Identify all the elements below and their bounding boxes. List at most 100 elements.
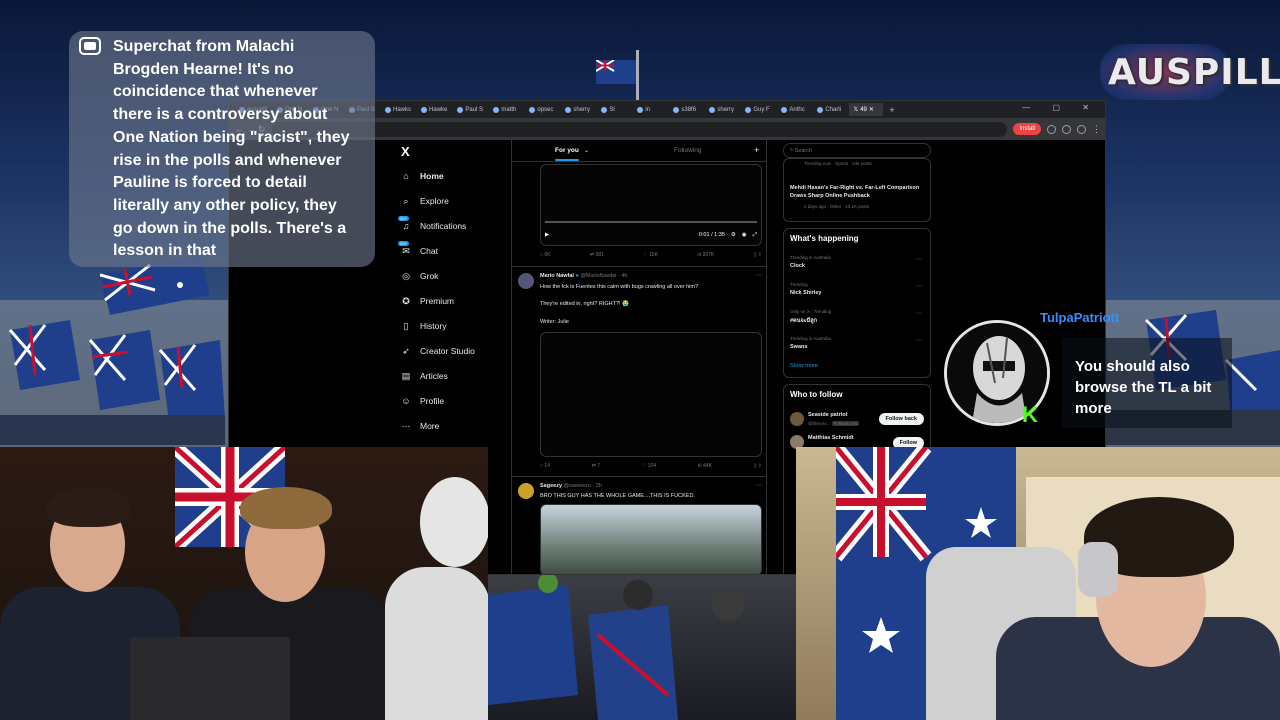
- bookmark-icon[interactable]: ▯ ⇪: [754, 252, 762, 258]
- more-icon[interactable]: ⋯: [916, 337, 922, 344]
- more-icon[interactable]: ⋯: [756, 272, 762, 279]
- premium-icon: ✪: [402, 295, 410, 306]
- profile-avatar-icon[interactable]: [1077, 124, 1086, 134]
- more-icon[interactable]: ⋯: [916, 310, 922, 317]
- tweet-card[interactable]: Mario Nawfal ● @MarioNawfal · 4h ⋯ How t…: [512, 266, 766, 476]
- browser-tab[interactable]: opsec: [525, 103, 559, 116]
- nav-item-creator-studio[interactable]: ➶ Creator Studio: [401, 346, 475, 357]
- reply-action[interactable]: ○ 14: [540, 463, 550, 469]
- browser-tab[interactable]: Hawke: [417, 103, 451, 116]
- nav-label: Home: [420, 171, 444, 181]
- tab-for-you[interactable]: For you: [555, 147, 579, 161]
- superchat-message: Superchat from Malachi Brogden Hearne! I…: [113, 38, 350, 260]
- close-icon[interactable]: ✕: [869, 106, 874, 113]
- browser-tab[interactable]: sherry: [561, 103, 595, 116]
- nav-label: Explore: [420, 196, 449, 206]
- browser-menu-icon[interactable]: ⋮: [1092, 124, 1101, 135]
- browser-tab[interactable]: Charli: [813, 103, 847, 116]
- follow-suggestion-name[interactable]: Seaside patriot: [808, 412, 847, 418]
- url-omnibox[interactable]: [271, 121, 1008, 137]
- bookmark-star-icon[interactable]: [1062, 124, 1071, 134]
- plus-icon[interactable]: +: [754, 145, 759, 155]
- nav-label: More: [420, 421, 440, 431]
- window-controls[interactable]: — ▢ ✕: [1022, 103, 1099, 112]
- nav-label: Notifications: [420, 221, 467, 231]
- chevron-down-icon[interactable]: ⌄: [584, 147, 589, 154]
- nav-item-articles[interactable]: ▤ Articles: [401, 370, 448, 382]
- avatar[interactable]: [790, 412, 804, 426]
- extension-icon[interactable]: [1047, 124, 1056, 134]
- follow-back-button[interactable]: Follow back: [878, 413, 924, 425]
- nav-item-premium[interactable]: ✪ Premium: [401, 295, 454, 307]
- repost-action[interactable]: ⇄ 7: [592, 463, 600, 469]
- person-2-hair: [240, 487, 332, 529]
- grok-icon: ◎: [402, 270, 410, 281]
- trend-name[interactable]: Nick Shirley: [790, 290, 822, 296]
- views-action[interactable]: ılı 44K: [698, 463, 712, 469]
- favicon-icon: [745, 106, 752, 113]
- new-tab-button[interactable]: +: [885, 105, 898, 115]
- browser-tab[interactable]: in: [633, 103, 667, 116]
- bookmark-icon[interactable]: ▯ ⇪: [754, 463, 762, 469]
- browser-tab-active[interactable]: 𝕏 49 ✕: [849, 103, 884, 116]
- more-icon[interactable]: ⋯: [916, 256, 922, 263]
- more-icon[interactable]: ⋯: [756, 482, 762, 489]
- play-icon[interactable]: ▶: [545, 232, 549, 238]
- tweet-text-3: Writer: Julie: [540, 319, 569, 325]
- nav-item-profile[interactable]: ☺ Profile: [401, 396, 444, 406]
- home-icon: ⌂: [403, 171, 409, 181]
- views-action[interactable]: ılı 337K: [697, 252, 714, 258]
- nav-item-home[interactable]: ⌂ Home: [401, 171, 444, 181]
- nav-item-more[interactable]: ⋯ More: [401, 420, 440, 432]
- settings-icon[interactable]: ⚙: [731, 232, 736, 238]
- browser-tab[interactable]: Sl: [597, 103, 631, 116]
- more-icon: ⋯: [401, 420, 411, 431]
- tweet-media[interactable]: [540, 504, 762, 574]
- profile-icon: ☺: [401, 396, 411, 406]
- search-input[interactable]: ⌕ Search: [783, 143, 931, 158]
- tweet-card[interactable]: Sageezy @saweezo · 2h ⋯ BRO THIS GUY HAS…: [512, 476, 766, 574]
- like-action[interactable]: ♡ 104: [642, 463, 656, 469]
- browser-tab[interactable]: Guy F: [741, 103, 775, 116]
- tab-following[interactable]: Following: [674, 147, 701, 154]
- install-button[interactable]: Install: [1013, 123, 1041, 135]
- like-action[interactable]: ♡ 15K: [643, 252, 658, 258]
- browser-tab[interactable]: matth: [489, 103, 523, 116]
- video-player[interactable]: ▶ 0:01 / 1:35 ⚙ ◉ ⤢: [540, 164, 762, 246]
- browser-tab[interactable]: Paul S: [453, 103, 487, 116]
- crowd-flags: [0, 320, 225, 445]
- more-icon[interactable]: ⋯: [916, 283, 922, 290]
- video-progress-bar[interactable]: [545, 221, 757, 223]
- avatar[interactable]: [518, 483, 534, 499]
- reply-action[interactable]: ○ 6K: [540, 252, 551, 258]
- nav-item-grok[interactable]: ◎ Grok: [401, 270, 439, 282]
- repost-action[interactable]: ⇄ 581: [590, 252, 604, 258]
- favicon-icon: [709, 106, 716, 113]
- trend-name[interactable]: #คนจะมีลูก: [790, 317, 817, 325]
- avatar[interactable]: [518, 273, 534, 289]
- chat-message: You should also browse the TL a bit more: [1075, 358, 1212, 417]
- nav-item-explore[interactable]: ⌕ Explore: [401, 196, 449, 207]
- nav-label: Grok: [420, 271, 439, 281]
- show-more-link[interactable]: Show more: [790, 363, 818, 369]
- trend-meta: Only on X · Trending: [790, 309, 832, 314]
- articles-icon: ▤: [401, 370, 411, 381]
- browser-tab[interactable]: Anthc: [777, 103, 811, 116]
- nav-item-chat[interactable]: 20+ ✉ Chat: [398, 241, 438, 256]
- fullscreen-icon[interactable]: ⤢: [753, 232, 757, 239]
- follow-suggestion-handle: @iberoro... Follows you: [808, 421, 860, 426]
- trend-headline[interactable]: Mehdi Hasan's Far-Right vs. Far-Left Com…: [790, 184, 926, 200]
- favicon-icon: [817, 106, 824, 113]
- trend-name[interactable]: Clock: [790, 263, 805, 269]
- nav-item-notifications[interactable]: 20+ ♫ Notifications: [398, 216, 467, 231]
- captions-icon[interactable]: ◉: [742, 232, 747, 238]
- browser-tab[interactable]: sherry: [705, 103, 739, 116]
- trend-name[interactable]: Swans: [790, 344, 807, 350]
- nav-item-history[interactable]: ▯ History: [401, 321, 447, 332]
- browser-tab[interactable]: s38f6: [669, 103, 703, 116]
- tweet-media[interactable]: [540, 332, 762, 457]
- x-logo-icon[interactable]: X: [401, 144, 410, 159]
- browser-tab[interactable]: Hawks: [381, 103, 415, 116]
- tweet-text: How the fck is Fuentes this calm with bu…: [540, 284, 699, 290]
- follow-suggestion-name[interactable]: Matthias Schmidt: [808, 435, 854, 441]
